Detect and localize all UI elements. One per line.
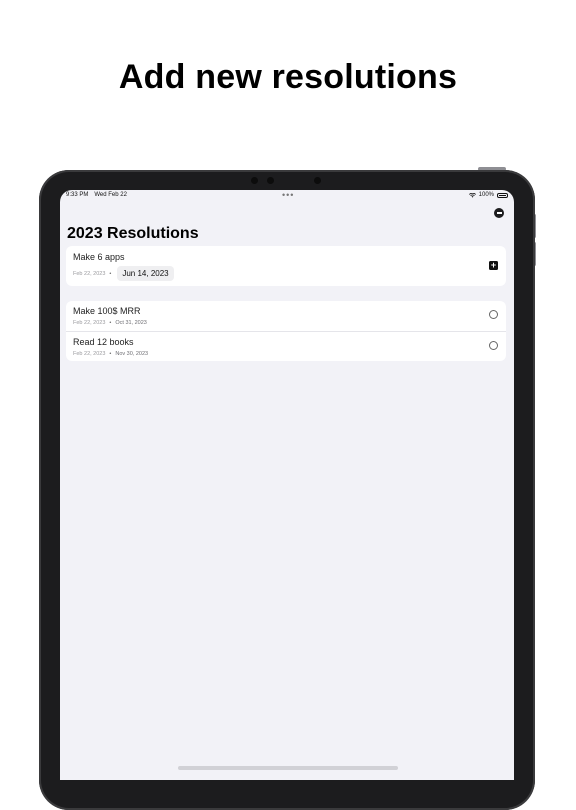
minus-circle-icon[interactable] [494,208,504,218]
date-separator: • [109,320,112,326]
list-item[interactable]: Make 100$ MRR Feb 22, 2023 • Oct 31, 202… [66,301,506,331]
resolution-dates: Feb 22, 2023 • Nov 30, 2023 [73,351,148,357]
start-date: Feb 22, 2023 [73,270,106,277]
end-date: Nov 30, 2023 [115,351,149,357]
start-date: Feb 22, 2023 [73,351,106,357]
marketing-headline: Add new resolutions [118,58,458,96]
camera-sensor-icon [267,177,274,184]
page-title: 2023 Resolutions [67,225,199,242]
resolution-dates: Feb 22, 2023 • Oct 31, 2023 [73,320,147,326]
circle-icon[interactable] [489,341,498,350]
battery-icon [497,192,508,198]
plus-square-icon[interactable]: + [489,261,498,270]
resolution-title: Make 100$ MRR [73,306,141,316]
wifi-icon [468,192,476,198]
status-time: 9:33 PM [66,192,89,198]
new-resolution-dates: Feb 22, 2023 • Jun 14, 2023 [73,266,174,281]
status-bar-right: 100% [468,192,508,198]
camera-icon [251,177,258,184]
app-screen: 9:33 PM Wed Feb 22 ••• 100% 2023 Resoluti… [60,190,514,780]
multitasking-dots[interactable]: ••• [282,190,294,200]
end-date: Oct 31, 2023 [115,320,147,326]
status-date: Wed Feb 22 [94,192,127,198]
resolution-title: Read 12 books [73,337,134,347]
battery-percent: 100% [478,192,494,198]
date-separator: • [109,270,112,277]
new-resolution-card: Make 6 apps Feb 22, 2023 • Jun 14, 2023 … [66,246,506,286]
list-item[interactable]: Read 12 books Feb 22, 2023 • Nov 30, 202… [66,331,506,362]
end-date-picker[interactable]: Jun 14, 2023 [117,266,174,281]
date-separator: • [109,351,112,357]
new-resolution-title-input[interactable]: Make 6 apps [73,252,125,262]
status-bar-left: 9:33 PM Wed Feb 22 [66,192,127,198]
camera-lens-icon [314,177,321,184]
resolutions-list: Make 100$ MRR Feb 22, 2023 • Oct 31, 202… [66,301,506,361]
start-date: Feb 22, 2023 [73,320,106,326]
circle-icon[interactable] [489,310,498,319]
home-indicator[interactable] [178,766,398,770]
